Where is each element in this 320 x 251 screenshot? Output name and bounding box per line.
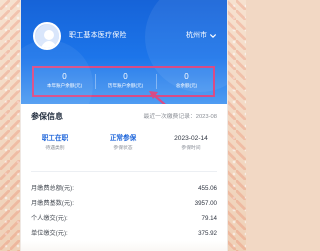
insurance-status-row: 职工在职 待遇类别 正常参保 参保状态 2023-02-14 参保时间: [21, 134, 227, 164]
insurance-date-value: 2023-02-14: [174, 135, 208, 142]
personal-contribution-label: 个人缴交(元):: [31, 215, 68, 222]
last-payment-record: 最近一次缴费记录：2023-08: [143, 114, 217, 120]
insurance-name: 职工基本医疗保险: [69, 32, 127, 39]
detail-row: 月缴费基数(元): 3957.00: [31, 196, 217, 211]
insurance-date: 2023-02-14 参保时间: [157, 134, 225, 152]
personal-contribution-value: 79.14: [201, 215, 217, 222]
monthly-base-value: 3957.00: [194, 200, 217, 207]
benefit-category-label: 待遇类别: [45, 146, 65, 151]
insurance-info-header: 参保信息 最近一次缴费记录：2023-08: [21, 104, 227, 132]
insurance-status-label: 参保状态: [113, 146, 133, 151]
historical-balance-value: 0: [123, 72, 128, 81]
city-select[interactable]: 杭州市: [186, 28, 217, 44]
benefit-category-value: 职工在职: [41, 135, 69, 142]
detail-row: 个人缴交(元): 79.14: [31, 211, 217, 226]
historical-balance: 0 历年账户余额(元): [95, 68, 156, 95]
detail-row: 单位缴交(元): 375.92: [31, 226, 217, 241]
insurance-status: 正常参保 参保状态: [89, 134, 157, 152]
city-label: 杭州市: [186, 32, 207, 39]
current-year-balance-value: 0: [62, 72, 67, 81]
chevron-down-icon: [210, 34, 216, 38]
hero-banner: 职工基本医疗保险 杭州市 0 本年账户余额(元) 0 历年账户余额(元) 0 总…: [21, 0, 227, 104]
payment-details: 月缴费总额(元): 455.06 月缴费基数(元): 3957.00 个人缴交(…: [31, 181, 217, 241]
total-balance-label: 总余额(元): [175, 83, 198, 88]
total-balance: 0 总余额(元): [156, 68, 217, 95]
current-year-balance: 0 本年账户余额(元): [34, 68, 95, 95]
historical-balance-label: 历年账户余额(元): [107, 83, 144, 88]
user-avatar-icon: [35, 24, 59, 48]
monthly-base-label: 月缴费基数(元):: [31, 200, 74, 207]
insurance-card: 职工基本医疗保险 杭州市 0 本年账户余额(元) 0 历年账户余额(元) 0 总…: [20, 0, 228, 251]
section-title: 参保信息: [31, 112, 63, 121]
title-row: 职工基本医疗保险 杭州市: [69, 28, 217, 44]
monthly-total-label: 月缴费总额(元):: [31, 185, 74, 192]
insurance-status-value: 正常参保: [109, 135, 137, 142]
employer-contribution-value: 375.92: [198, 230, 217, 237]
bottom-fade: [21, 241, 227, 251]
detail-row: 月缴费总额(元): 455.06: [31, 181, 217, 196]
total-balance-value: 0: [184, 72, 189, 81]
benefit-category: 职工在职 待遇类别: [21, 134, 89, 152]
current-year-balance-label: 本年账户余额(元): [46, 83, 83, 88]
section-divider: [31, 171, 217, 172]
insurance-date-label: 参保时间: [181, 146, 201, 151]
monthly-total-value: 455.06: [198, 185, 217, 192]
avatar[interactable]: [33, 22, 61, 50]
employer-contribution-label: 单位缴交(元):: [31, 230, 68, 237]
balance-highlight-box: 0 本年账户余额(元) 0 历年账户余额(元) 0 总余额(元): [32, 66, 215, 97]
